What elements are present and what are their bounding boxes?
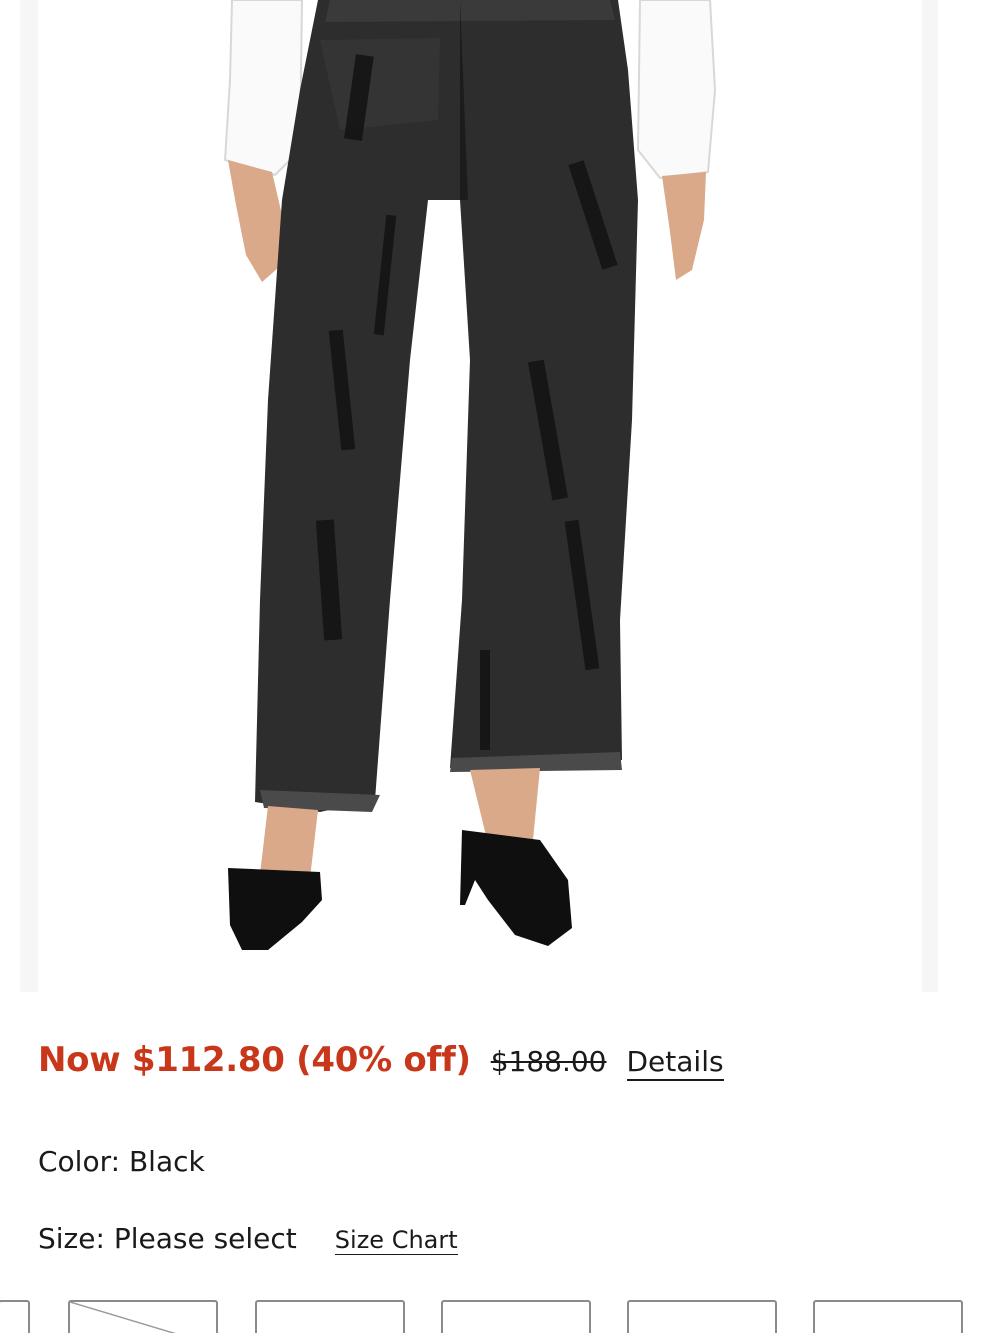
price-row: Now $112.80 (40% off) $188.00 Details [38, 1040, 724, 1100]
sale-price: Now $112.80 (40% off) [38, 1040, 471, 1080]
unavailable-slash-icon [70, 1302, 176, 1333]
product-image[interactable] [20, 0, 938, 992]
size-chart-link[interactable]: Size Chart [334, 1226, 458, 1255]
size-label: Size: [38, 1222, 105, 1255]
size-swatch[interactable] [255, 1300, 405, 1333]
color-row: Color: Black [38, 1145, 205, 1178]
size-swatch[interactable] [627, 1300, 777, 1333]
size-row: Size: Please select Size Chart [38, 1222, 458, 1255]
size-swatch[interactable] [813, 1300, 963, 1333]
size-value: Please select [113, 1222, 297, 1255]
color-value: Black [128, 1145, 205, 1178]
size-swatch[interactable] [0, 1300, 30, 1333]
size-swatch-row [0, 1300, 1000, 1333]
original-price: $188.00 [490, 1045, 607, 1078]
size-swatch-unavailable[interactable] [68, 1300, 218, 1333]
color-label: Color: [38, 1145, 121, 1178]
details-link[interactable]: Details [626, 1045, 724, 1081]
size-swatch[interactable] [441, 1300, 591, 1333]
product-photo-illustration [223, 0, 717, 950]
